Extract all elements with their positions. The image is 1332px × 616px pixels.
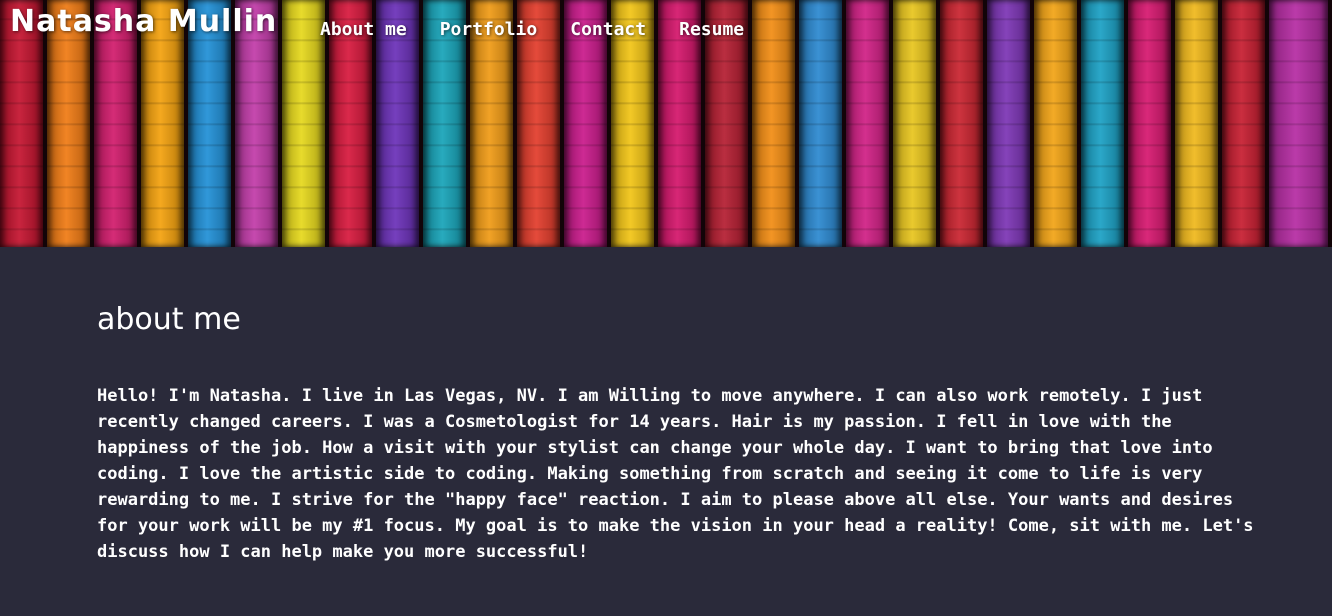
plank (1175, 0, 1218, 247)
nav-portfolio-link[interactable]: Portfolio (440, 19, 538, 40)
plank (1034, 0, 1077, 247)
plank (799, 0, 842, 247)
hero-banner: Natasha Mullin About me Portfolio Contac… (0, 0, 1332, 247)
plank (893, 0, 936, 247)
plank (1081, 0, 1124, 247)
plank (940, 0, 983, 247)
plank (752, 0, 795, 247)
main-nav: About me Portfolio Contact Resume (320, 19, 744, 40)
plank (987, 0, 1030, 247)
nav-resume-link[interactable]: Resume (679, 19, 744, 40)
plank-gap (1328, 0, 1332, 247)
plank (282, 0, 325, 247)
plank (1222, 0, 1265, 247)
nav-contact-link[interactable]: Contact (570, 19, 646, 40)
site-title[interactable]: Natasha Mullin (10, 4, 277, 39)
plank (846, 0, 889, 247)
plank (1269, 0, 1328, 247)
nav-about-me-link[interactable]: About me (320, 19, 407, 40)
plank (1128, 0, 1171, 247)
about-text: Hello! I'm Natasha. I live in Las Vegas,… (97, 386, 1254, 562)
about-heading: about me (97, 302, 241, 337)
